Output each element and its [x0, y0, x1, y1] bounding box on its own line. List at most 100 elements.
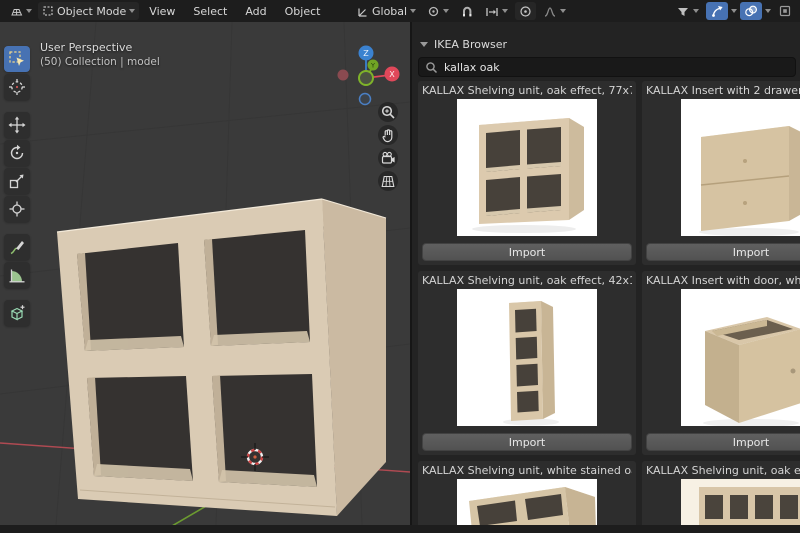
- object-mode-label: Object Mode: [57, 4, 127, 18]
- zoom-button[interactable]: [378, 102, 398, 122]
- import-button[interactable]: Import: [422, 433, 632, 451]
- viewport-3d[interactable]: User Perspective (50) Collection | model: [0, 22, 410, 525]
- product-card: KALLAX Insert with door, white stained o…: [642, 271, 800, 455]
- orientation-axes-icon: [356, 5, 369, 18]
- product-image-insert-2-drawers: [681, 98, 800, 237]
- hand-icon: [382, 129, 393, 143]
- object-mode-icon: [42, 5, 54, 17]
- magnet-icon: [460, 5, 474, 18]
- editor-type-dropdown[interactable]: [6, 2, 36, 20]
- gizmo-neg-y-ball: [358, 70, 374, 86]
- tool-rotate[interactable]: [4, 140, 30, 166]
- chevron-down-icon[interactable]: [731, 9, 737, 13]
- toolbar: [4, 46, 30, 326]
- product-title: KALLAX Shelving unit, oak effect, 77x77 …: [422, 84, 632, 97]
- import-button[interactable]: Import: [422, 243, 632, 261]
- blender-window: Object Mode View Select Add Object Globa…: [0, 0, 800, 533]
- collection-label: (50) Collection | model: [40, 56, 160, 68]
- transform-orientation-dropdown[interactable]: Global: [352, 2, 420, 20]
- viewport-editor-icon: [10, 5, 23, 18]
- tool-measure[interactable]: [4, 262, 30, 288]
- gizmo-neg-x-ball: [337, 69, 349, 81]
- chevron-down-icon: [502, 9, 509, 13]
- orientation-label: Global: [372, 4, 408, 18]
- tool-add-cube[interactable]: [4, 300, 30, 326]
- menu-select[interactable]: Select: [185, 0, 235, 22]
- perspective-toggle-button[interactable]: [378, 171, 398, 191]
- chevron-down-icon: [560, 9, 567, 13]
- xray-toggle[interactable]: [774, 2, 796, 20]
- product-grid: KALLAX Shelving unit, oak effect, 77x77 …: [418, 81, 800, 525]
- kallax-model[interactable]: [56, 198, 387, 516]
- chevron-down-icon: [410, 9, 417, 13]
- chevron-down-icon: [693, 9, 699, 13]
- tool-move[interactable]: [4, 112, 30, 138]
- camera-icon: [381, 151, 395, 164]
- product-card: KALLAX Shelving unit, oak effect, 147x14…: [642, 461, 800, 525]
- menu-view[interactable]: View: [141, 0, 183, 22]
- tool-cursor[interactable]: [4, 74, 30, 100]
- product-title: KALLAX Insert with door, white stained o…: [646, 274, 800, 287]
- chevron-down-icon: [129, 9, 136, 13]
- grid-perspective-icon: [381, 175, 395, 188]
- product-card: KALLAX Insert with 2 drawers, oak effect…: [642, 81, 800, 265]
- product-image-shelf-2x2: [457, 98, 597, 237]
- product-card: KALLAX Shelving unit, oak effect, 42x147…: [418, 271, 636, 455]
- search-bar: [418, 57, 796, 77]
- product-title: KALLAX Shelving unit, white stained oak …: [422, 464, 632, 477]
- tool-transform[interactable]: [4, 196, 30, 222]
- snap-with-dropdown[interactable]: [481, 2, 512, 20]
- import-button[interactable]: Import: [646, 243, 800, 261]
- snap-target-icon: [427, 5, 440, 18]
- xray-icon: [778, 4, 792, 18]
- product-card: KALLAX Shelving unit, white stained oak …: [418, 461, 636, 525]
- import-button[interactable]: Import: [646, 433, 800, 451]
- pan-button[interactable]: [378, 125, 398, 145]
- falloff-curve-icon: [543, 5, 557, 18]
- gizmo-x-label: X: [389, 70, 395, 79]
- chevron-down-icon: [443, 9, 450, 13]
- product-title: KALLAX Shelving unit, oak effect, 42x147…: [422, 274, 632, 287]
- product-card: KALLAX Shelving unit, oak effect, 77x77 …: [418, 81, 636, 265]
- gizmo-y-label: Y: [370, 62, 375, 70]
- panel-collapse-chevron-icon[interactable]: [420, 42, 428, 47]
- gizmo-arrow-icon: [710, 4, 724, 18]
- object-mode-dropdown[interactable]: Object Mode: [38, 2, 140, 20]
- tool-scale[interactable]: [4, 168, 30, 194]
- product-title: KALLAX Shelving unit, oak effect, 147x14…: [646, 464, 800, 477]
- show-overlays-toggle[interactable]: [740, 2, 762, 20]
- product-image-shelf-low-wide: [457, 478, 597, 525]
- ikea-browser-panel: IKEA Browser KALLAX Shelving unit, oak e…: [410, 22, 800, 525]
- gizmo-neg-z-ball: [358, 92, 372, 106]
- show-gizmos-toggle[interactable]: [706, 2, 728, 20]
- search-icon: [426, 61, 438, 73]
- snap-target-dropdown[interactable]: [423, 2, 453, 20]
- snap-increment-icon: [485, 5, 499, 18]
- status-bar: [0, 525, 800, 533]
- proportional-falloff-dropdown[interactable]: [539, 2, 570, 20]
- menu-object[interactable]: Object: [277, 0, 329, 22]
- tool-annotate[interactable]: [4, 234, 30, 260]
- tool-select-box[interactable]: [4, 46, 30, 72]
- search-input[interactable]: [444, 60, 789, 74]
- product-image-shelf-4x4: [681, 478, 800, 525]
- chevron-down-icon[interactable]: [765, 9, 771, 13]
- snap-magnet-toggle[interactable]: [456, 2, 478, 20]
- navigation-gizmo[interactable]: Y Z X: [336, 42, 400, 106]
- product-image-shelf-1x4: [457, 288, 597, 427]
- viewport-nav-buttons: [378, 102, 398, 191]
- chevron-down-icon: [26, 9, 32, 13]
- viewport-overlay-text: User Perspective (50) Collection | model: [40, 40, 160, 70]
- magnifier-icon: [381, 105, 395, 119]
- filter-funnel-icon: [676, 5, 690, 18]
- product-image-insert-door: [681, 288, 800, 427]
- object-types-visibility-dropdown[interactable]: [672, 2, 703, 20]
- panel-title: IKEA Browser: [434, 38, 508, 51]
- product-title: KALLAX Insert with 2 drawers, oak effect…: [646, 84, 800, 97]
- overlays-spheres-icon: [744, 4, 758, 18]
- top-header: Object Mode View Select Add Object Globa…: [0, 0, 800, 22]
- proportional-editing-toggle[interactable]: [515, 2, 537, 20]
- camera-view-button[interactable]: [378, 148, 398, 168]
- menu-add[interactable]: Add: [237, 0, 274, 22]
- proportional-circle-icon: [519, 5, 532, 18]
